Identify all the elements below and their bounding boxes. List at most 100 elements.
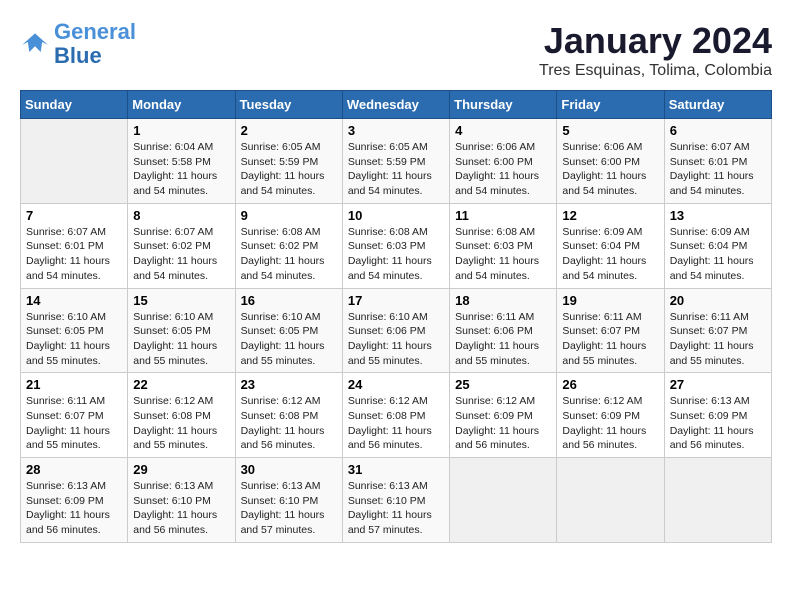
day-number: 19 [562, 293, 658, 308]
day-number: 28 [26, 462, 122, 477]
day-info: Sunrise: 6:13 AMSunset: 6:09 PMDaylight:… [670, 394, 766, 453]
calendar-cell: 20Sunrise: 6:11 AMSunset: 6:07 PMDayligh… [664, 288, 771, 373]
logo: General Blue [20, 20, 136, 68]
day-number: 22 [133, 377, 229, 392]
page-header: General Blue January 2024 Tres Esquinas,… [20, 20, 772, 80]
calendar-cell: 8 Sunrise: 6:07 AMSunset: 6:02 PMDaylight… [128, 203, 235, 288]
calendar-table: SundayMondayTuesdayWednesdayThursdayFrid… [20, 90, 772, 543]
logo-icon [20, 32, 50, 57]
calendar-week-3: 14 Sunrise: 6:10 AMSunset: 6:05 PMDayligh… [21, 288, 772, 373]
day-info: Sunrise: 6:12 AMSunset: 6:09 PMDaylight:… [562, 394, 658, 453]
day-info: Sunrise: 6:09 AMSunset: 6:04 PMDaylight:… [670, 225, 766, 284]
calendar-week-5: 28 Sunrise: 6:13 AMSunset: 6:09 PMDayligh… [21, 458, 772, 543]
day-info: Sunrise: 6:11 AMSunset: 6:06 PMDaylight:… [455, 310, 551, 369]
day-number: 7 [26, 208, 122, 223]
day-info: Sunrise: 6:04 AMSunset: 5:58 PMDaylight:… [133, 140, 229, 199]
calendar-body: 1 Sunrise: 6:04 AMSunset: 5:58 PMDaylight… [21, 119, 772, 543]
calendar-cell: 14 Sunrise: 6:10 AMSunset: 6:05 PMDayligh… [21, 288, 128, 373]
calendar-cell: 9 Sunrise: 6:08 AMSunset: 6:02 PMDaylight… [235, 203, 342, 288]
day-number: 16 [241, 293, 337, 308]
title-section: January 2024 Tres Esquinas, Tolima, Colo… [539, 20, 772, 80]
calendar-cell: 7 Sunrise: 6:07 AMSunset: 6:01 PMDaylight… [21, 203, 128, 288]
day-number: 23 [241, 377, 337, 392]
day-number: 11 [455, 208, 551, 223]
calendar-cell [557, 458, 664, 543]
day-number: 9 [241, 208, 337, 223]
day-info: Sunrise: 6:13 AMSunset: 6:10 PMDaylight:… [133, 479, 229, 538]
day-info: Sunrise: 6:06 AMSunset: 6:00 PMDaylight:… [455, 140, 551, 199]
day-number: 10 [348, 208, 444, 223]
day-info: Sunrise: 6:07 AMSunset: 6:02 PMDaylight:… [133, 225, 229, 284]
day-number: 12 [562, 208, 658, 223]
day-number: 4 [455, 123, 551, 138]
weekday-header-thursday: Thursday [450, 91, 557, 119]
weekday-header-friday: Friday [557, 91, 664, 119]
day-info: Sunrise: 6:08 AMSunset: 6:02 PMDaylight:… [241, 225, 337, 284]
calendar-cell: 1 Sunrise: 6:04 AMSunset: 5:58 PMDaylight… [128, 119, 235, 204]
weekday-header-sunday: Sunday [21, 91, 128, 119]
day-info: Sunrise: 6:10 AMSunset: 6:05 PMDaylight:… [241, 310, 337, 369]
calendar-header: SundayMondayTuesdayWednesdayThursdayFrid… [21, 91, 772, 119]
day-info: Sunrise: 6:10 AMSunset: 6:05 PMDaylight:… [133, 310, 229, 369]
calendar-cell [664, 458, 771, 543]
day-number: 3 [348, 123, 444, 138]
calendar-cell: 31Sunrise: 6:13 AMSunset: 6:10 PMDayligh… [342, 458, 449, 543]
location-subtitle: Tres Esquinas, Tolima, Colombia [539, 62, 772, 80]
calendar-cell: 23 Sunrise: 6:12 AMSunset: 6:08 PMDayligh… [235, 373, 342, 458]
calendar-cell: 18 Sunrise: 6:11 AMSunset: 6:06 PMDayligh… [450, 288, 557, 373]
day-number: 17 [348, 293, 444, 308]
calendar-week-2: 7 Sunrise: 6:07 AMSunset: 6:01 PMDaylight… [21, 203, 772, 288]
weekday-header-monday: Monday [128, 91, 235, 119]
calendar-cell: 21Sunrise: 6:11 AMSunset: 6:07 PMDayligh… [21, 373, 128, 458]
calendar-cell: 5 Sunrise: 6:06 AMSunset: 6:00 PMDaylight… [557, 119, 664, 204]
day-number: 18 [455, 293, 551, 308]
day-number: 1 [133, 123, 229, 138]
calendar-cell: 24 Sunrise: 6:12 AMSunset: 6:08 PMDayligh… [342, 373, 449, 458]
day-info: Sunrise: 6:10 AMSunset: 6:05 PMDaylight:… [26, 310, 122, 369]
day-number: 2 [241, 123, 337, 138]
day-info: Sunrise: 6:07 AMSunset: 6:01 PMDaylight:… [26, 225, 122, 284]
weekday-row: SundayMondayTuesdayWednesdayThursdayFrid… [21, 91, 772, 119]
day-number: 25 [455, 377, 551, 392]
day-info: Sunrise: 6:13 AMSunset: 6:09 PMDaylight:… [26, 479, 122, 538]
day-info: Sunrise: 6:09 AMSunset: 6:04 PMDaylight:… [562, 225, 658, 284]
calendar-cell: 12 Sunrise: 6:09 AMSunset: 6:04 PMDayligh… [557, 203, 664, 288]
calendar-cell: 28 Sunrise: 6:13 AMSunset: 6:09 PMDayligh… [21, 458, 128, 543]
day-info: Sunrise: 6:13 AMSunset: 6:10 PMDaylight:… [348, 479, 444, 538]
calendar-cell: 2Sunrise: 6:05 AMSunset: 5:59 PMDaylight… [235, 119, 342, 204]
calendar-cell: 6 Sunrise: 6:07 AMSunset: 6:01 PMDaylight… [664, 119, 771, 204]
day-number: 26 [562, 377, 658, 392]
logo-text: General Blue [54, 20, 136, 68]
day-info: Sunrise: 6:12 AMSunset: 6:08 PMDaylight:… [241, 394, 337, 453]
day-info: Sunrise: 6:13 AMSunset: 6:10 PMDaylight:… [241, 479, 337, 538]
day-number: 13 [670, 208, 766, 223]
day-number: 6 [670, 123, 766, 138]
calendar-cell: 15Sunrise: 6:10 AMSunset: 6:05 PMDayligh… [128, 288, 235, 373]
day-number: 20 [670, 293, 766, 308]
day-info: Sunrise: 6:05 AMSunset: 5:59 PMDaylight:… [348, 140, 444, 199]
day-info: Sunrise: 6:11 AMSunset: 6:07 PMDaylight:… [562, 310, 658, 369]
day-info: Sunrise: 6:10 AMSunset: 6:06 PMDaylight:… [348, 310, 444, 369]
calendar-cell: 26 Sunrise: 6:12 AMSunset: 6:09 PMDayligh… [557, 373, 664, 458]
calendar-cell [21, 119, 128, 204]
weekday-header-saturday: Saturday [664, 91, 771, 119]
calendar-cell: 29Sunrise: 6:13 AMSunset: 6:10 PMDayligh… [128, 458, 235, 543]
day-number: 8 [133, 208, 229, 223]
calendar-cell: 4 Sunrise: 6:06 AMSunset: 6:00 PMDaylight… [450, 119, 557, 204]
calendar-cell: 22Sunrise: 6:12 AMSunset: 6:08 PMDayligh… [128, 373, 235, 458]
day-info: Sunrise: 6:06 AMSunset: 6:00 PMDaylight:… [562, 140, 658, 199]
day-number: 30 [241, 462, 337, 477]
weekday-header-wednesday: Wednesday [342, 91, 449, 119]
calendar-cell: 19 Sunrise: 6:11 AMSunset: 6:07 PMDayligh… [557, 288, 664, 373]
day-number: 5 [562, 123, 658, 138]
day-info: Sunrise: 6:08 AMSunset: 6:03 PMDaylight:… [348, 225, 444, 284]
calendar-cell: 11Sunrise: 6:08 AMSunset: 6:03 PMDayligh… [450, 203, 557, 288]
weekday-header-tuesday: Tuesday [235, 91, 342, 119]
day-number: 21 [26, 377, 122, 392]
day-number: 14 [26, 293, 122, 308]
calendar-cell: 3 Sunrise: 6:05 AMSunset: 5:59 PMDaylight… [342, 119, 449, 204]
day-info: Sunrise: 6:12 AMSunset: 6:08 PMDaylight:… [348, 394, 444, 453]
day-info: Sunrise: 6:07 AMSunset: 6:01 PMDaylight:… [670, 140, 766, 199]
day-number: 24 [348, 377, 444, 392]
calendar-cell: 16 Sunrise: 6:10 AMSunset: 6:05 PMDayligh… [235, 288, 342, 373]
